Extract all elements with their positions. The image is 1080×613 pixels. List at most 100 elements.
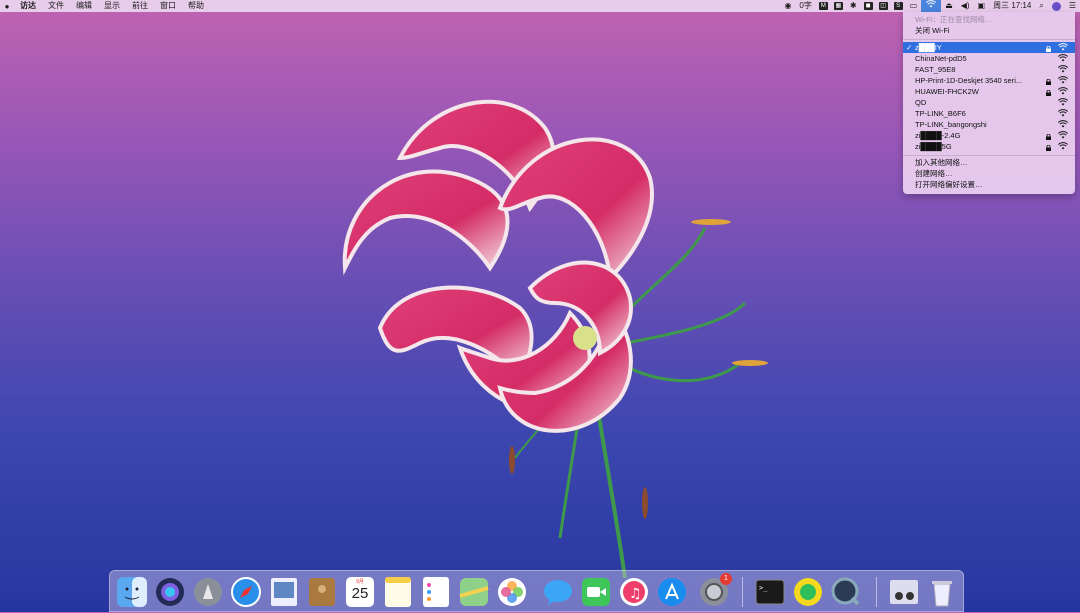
svg-text:♫: ♫ <box>629 586 642 602</box>
checkmark-icon: ✓ <box>906 43 913 52</box>
wifi-signal-icon <box>1057 98 1069 106</box>
menu-window[interactable]: 窗口 <box>154 0 182 12</box>
ime-count[interactable]: 0字 <box>795 0 815 12</box>
menu-help[interactable]: 帮助 <box>182 0 210 12</box>
siri-icon[interactable] <box>154 576 186 608</box>
wifi-signal-icon <box>1057 54 1069 62</box>
wifi-signal-icon <box>1057 65 1069 73</box>
safari-icon[interactable] <box>230 576 262 608</box>
menu-go[interactable]: 前往 <box>126 0 154 12</box>
menu-file[interactable]: 文件 <box>42 0 70 12</box>
airplay-icon[interactable]: ▭ <box>906 0 922 12</box>
menu-divider <box>903 155 1075 156</box>
app-store-icon[interactable] <box>656 576 688 608</box>
wifi-network-item[interactable]: ✓ z███IY <box>903 42 1075 53</box>
join-other-network[interactable]: 加入其他网络… <box>903 157 1075 168</box>
lock-icon <box>1046 132 1051 140</box>
dashboard-status-icon[interactable]: ◫ <box>878 2 888 10</box>
menu-divider <box>903 39 1075 40</box>
terminal-icon[interactable]: >_ <box>754 576 786 608</box>
wifi-signal-icon <box>1057 76 1069 84</box>
facetime-icon[interactable] <box>580 576 612 608</box>
record-icon[interactable]: ◉ <box>780 0 795 12</box>
wifi-network-name: TP-LINK_bangongshi <box>915 120 987 129</box>
lock-icon <box>1046 44 1051 52</box>
wifi-status: Wi-Fi：正在查找网络… <box>915 15 993 24</box>
sync-status-icon[interactable]: S <box>893 2 903 10</box>
launchpad-icon[interactable] <box>192 576 224 608</box>
menu-edit[interactable]: 编辑 <box>70 0 98 12</box>
wifi-network-item[interactable]: zi████5G <box>903 141 1075 152</box>
calendar-day: 25 <box>351 585 369 602</box>
quicktime-icon[interactable] <box>830 576 862 608</box>
menu-view[interactable]: 显示 <box>98 0 126 12</box>
create-network[interactable]: 创建网络… <box>903 168 1075 179</box>
menu-app-name[interactable]: 访达 <box>14 0 42 12</box>
wifi-dropdown-menu: Wi-Fi：正在查找网络… 关闭 Wi-Fi ✓ z███IY ChinaNet-p… <box>903 12 1075 194</box>
spotlight-icon[interactable]: ⌕ <box>1035 0 1047 12</box>
contacts-icon[interactable] <box>306 576 338 608</box>
image-capture-icon[interactable] <box>888 576 920 608</box>
wifi-network-name: zi████5G <box>915 142 952 151</box>
wifi-network-name: TP-LINK_B6F6 <box>915 109 966 118</box>
dock-separator <box>742 577 743 607</box>
calendar-month: 9月 <box>356 579 364 585</box>
trash-icon[interactable] <box>926 576 958 608</box>
dock: 9月 25 ♫ 1 >_ <box>109 570 964 612</box>
calendar-icon[interactable]: 9月 25 <box>344 576 376 608</box>
music-icon[interactable]: ♫ <box>618 576 650 608</box>
message-status-icon[interactable]: ◼ <box>863 2 873 10</box>
wifi-signal-icon <box>1057 131 1069 139</box>
wifi-signal-icon <box>1057 87 1069 95</box>
wifi-signal-icon <box>1057 120 1069 128</box>
lock-icon <box>1046 143 1051 151</box>
wifi-network-item[interactable]: ChinaNet-pdD5 <box>903 53 1075 64</box>
finder-icon[interactable] <box>116 576 148 608</box>
notification-center-icon[interactable]: ☰ <box>1065 0 1080 12</box>
menu-bar: ● 访达 文件 编辑 显示 前往 窗口 帮助 ◉ 0字 M ▦ ✱ ◼ ◫ S … <box>0 0 1080 12</box>
eject-icon[interactable]: ⏏ <box>941 0 957 12</box>
bluetooth-icon[interactable]: ✱ <box>846 0 861 12</box>
lock-icon <box>1046 88 1051 96</box>
dock-separator <box>876 577 877 607</box>
wifi-network-item[interactable]: HUAWEI-FHCK2W <box>903 86 1075 97</box>
open-network-preferences[interactable]: 打开网络偏好设置… <box>903 179 1075 190</box>
notes-icon[interactable] <box>382 576 414 608</box>
wifi-network-name: HUAWEI-FHCK2W <box>915 87 979 96</box>
wifi-network-item[interactable]: TP-LINK_bangongshi <box>903 119 1075 130</box>
wallpaper-flower <box>342 99 768 578</box>
messages-icon[interactable] <box>542 576 574 608</box>
system-preferences-icon[interactable]: 1 <box>698 573 732 608</box>
wifi-network-item[interactable]: zi████-2.4G <box>903 130 1075 141</box>
wifi-network-item[interactable]: TP-LINK_B6F6 <box>903 108 1075 119</box>
wifi-signal-icon <box>1057 142 1069 150</box>
wifi-toggle[interactable]: 关闭 Wi-Fi <box>903 25 1075 36</box>
wifi-icon[interactable] <box>921 0 942 12</box>
clock[interactable]: 周三 17:14 <box>989 0 1035 12</box>
wifi-network-item[interactable]: FAST_95E8 <box>903 64 1075 75</box>
svg-text:>_: >_ <box>759 584 768 592</box>
user-avatar-icon[interactable] <box>1051 1 1061 11</box>
qq-music-icon[interactable] <box>792 576 824 608</box>
maps-icon[interactable] <box>458 576 490 608</box>
grid-status-icon[interactable]: ▦ <box>833 2 843 10</box>
app-status-icon[interactable]: M <box>818 2 828 10</box>
volume-icon[interactable]: ◀) <box>957 0 974 12</box>
wifi-network-name: zi████-2.4G <box>915 131 961 140</box>
wifi-network-name: FAST_95E8 <box>915 65 956 74</box>
wifi-network-item[interactable]: HP-Print-1D-Deskjet 3540 seri... <box>903 75 1075 86</box>
wifi-signal-icon <box>1057 109 1069 117</box>
preview-icon[interactable] <box>268 576 300 608</box>
wifi-network-name: HP-Print-1D-Deskjet 3540 seri... <box>915 76 1023 85</box>
reminders-icon[interactable] <box>420 576 452 608</box>
wifi-network-name: z███IY <box>915 43 942 52</box>
notification-badge: 1 <box>720 573 732 585</box>
wifi-signal-icon <box>1057 43 1069 51</box>
photos-icon[interactable] <box>496 576 528 608</box>
apple-icon[interactable]: ● <box>0 2 14 11</box>
lock-icon <box>1046 77 1051 85</box>
wifi-network-name: ChinaNet-pdD5 <box>915 54 967 63</box>
wifi-network-item[interactable]: QD <box>903 97 1075 108</box>
wifi-network-name: QD <box>915 98 927 107</box>
input-source-icon[interactable]: ▣ <box>974 0 990 12</box>
